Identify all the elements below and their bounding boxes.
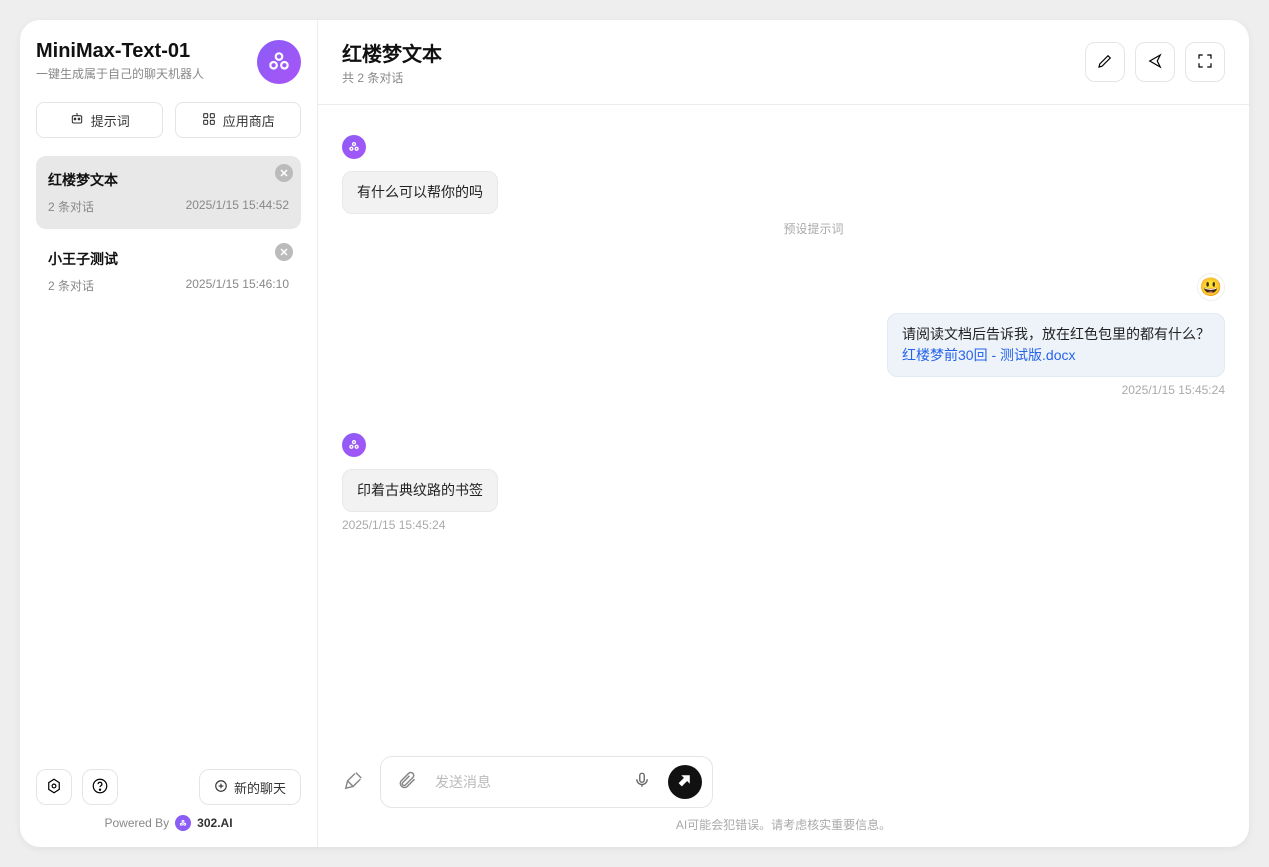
chat-item[interactable]: 小王子测试 2 条对话 2025/1/15 15:46:10 xyxy=(36,235,301,308)
main-panel: 红楼梦文本 共 2 条对话 有什么可以帮你的吗 xyxy=(318,20,1249,847)
brand-logo-icon xyxy=(175,815,191,831)
sidebar-button-row: 提示词 应用商店 xyxy=(36,102,301,138)
app-logo-icon xyxy=(257,40,301,84)
mic-button[interactable] xyxy=(628,768,656,796)
powered-by: Powered By 302.AI xyxy=(36,815,301,831)
attachment-link[interactable]: 红楼梦前30回 - 测试版.docx xyxy=(902,345,1210,366)
chat-item[interactable]: 红楼梦文本 2 条对话 2025/1/15 15:44:52 xyxy=(36,156,301,229)
help-button[interactable] xyxy=(82,769,118,805)
settings-button[interactable] xyxy=(36,769,72,805)
messages-area: 有什么可以帮你的吗 预设提示词 😃 请阅读文档后告诉我，放在红色包里的都有什么？… xyxy=(318,105,1249,746)
chat-item-time: 2025/1/15 15:46:10 xyxy=(186,277,289,294)
sidebar: MiniMax-Text-01 一键生成属于自己的聊天机器人 提示词 应用商店 xyxy=(20,20,318,847)
share-button[interactable] xyxy=(1135,42,1175,82)
expand-button[interactable] xyxy=(1185,42,1225,82)
new-chat-label: 新的聊天 xyxy=(234,778,286,797)
main-header: 红楼梦文本 共 2 条对话 xyxy=(318,20,1249,105)
mic-icon xyxy=(633,771,651,794)
gear-icon xyxy=(45,777,63,798)
chat-item-time: 2025/1/15 15:44:52 xyxy=(186,198,289,215)
edit-button[interactable] xyxy=(1085,42,1125,82)
new-chat-button[interactable]: 新的聊天 xyxy=(199,769,301,805)
page-title: 红楼梦文本 xyxy=(342,38,442,67)
expand-icon xyxy=(1196,52,1214,73)
page-subtitle: 共 2 条对话 xyxy=(342,69,442,86)
assistant-avatar-icon xyxy=(342,433,366,457)
message-caption: 预设提示词 xyxy=(783,220,843,237)
robot-icon xyxy=(69,111,85,130)
message-bubble: 请阅读文档后告诉我，放在红色包里的都有什么？ 红楼梦前30回 - 测试版.doc… xyxy=(887,313,1225,377)
close-icon[interactable] xyxy=(275,243,293,261)
store-button[interactable]: 应用商店 xyxy=(175,102,302,138)
message-input[interactable] xyxy=(435,774,616,790)
plus-icon xyxy=(214,779,228,796)
chat-item-title: 红楼梦文本 xyxy=(48,170,289,190)
sidebar-header: MiniMax-Text-01 一键生成属于自己的聊天机器人 xyxy=(36,36,301,84)
chat-item-count: 2 条对话 xyxy=(48,277,94,294)
message-caption: 2025/1/15 15:45:24 xyxy=(342,518,445,532)
send-icon xyxy=(676,771,694,794)
composer-area: AI可能会犯错误。请考虑核实重要信息。 xyxy=(318,746,1249,847)
store-button-label: 应用商店 xyxy=(223,111,275,130)
user-avatar-icon: 😃 xyxy=(1197,273,1225,301)
paperclip-icon xyxy=(397,770,417,795)
message-caption: 2025/1/15 15:45:24 xyxy=(1122,383,1225,397)
help-icon xyxy=(91,777,109,798)
app-title: MiniMax-Text-01 xyxy=(36,40,257,63)
message-bubble: 有什么可以帮你的吗 xyxy=(342,171,498,214)
send-button[interactable] xyxy=(668,765,702,799)
disclaimer: AI可能会犯错误。请考虑核实重要信息。 xyxy=(342,816,1225,833)
app-container: MiniMax-Text-01 一键生成属于自己的聊天机器人 提示词 应用商店 xyxy=(20,20,1249,847)
magic-clear-button[interactable] xyxy=(342,770,366,794)
brand-name: 302.AI xyxy=(197,816,232,830)
close-icon[interactable] xyxy=(275,164,293,182)
user-message: 😃 请阅读文档后告诉我，放在红色包里的都有什么？ 红楼梦前30回 - 测试版.d… xyxy=(342,273,1225,397)
pencil-icon xyxy=(1096,52,1114,73)
composer xyxy=(380,756,713,808)
apps-icon xyxy=(201,111,217,130)
prompt-button-label: 提示词 xyxy=(91,111,130,130)
attach-button[interactable] xyxy=(395,770,419,794)
chat-item-count: 2 条对话 xyxy=(48,198,94,215)
sidebar-footer: 新的聊天 Powered By 302.AI xyxy=(36,769,301,831)
chat-item-title: 小王子测试 xyxy=(48,249,289,269)
broom-icon xyxy=(343,769,365,796)
app-subtitle: 一键生成属于自己的聊天机器人 xyxy=(36,65,257,82)
message-text: 请阅读文档后告诉我，放在红色包里的都有什么？ xyxy=(902,324,1210,345)
share-icon xyxy=(1146,52,1164,73)
message-bubble: 印着古典纹路的书签 xyxy=(342,469,498,512)
chat-list: 红楼梦文本 2 条对话 2025/1/15 15:44:52 小王子测试 2 条… xyxy=(36,156,301,769)
powered-by-text: Powered By xyxy=(104,816,169,830)
assistant-avatar-icon xyxy=(342,135,366,159)
assistant-message: 有什么可以帮你的吗 预设提示词 xyxy=(342,135,1225,237)
assistant-message: 印着古典纹路的书签 2025/1/15 15:45:24 xyxy=(342,433,1225,532)
prompt-button[interactable]: 提示词 xyxy=(36,102,163,138)
